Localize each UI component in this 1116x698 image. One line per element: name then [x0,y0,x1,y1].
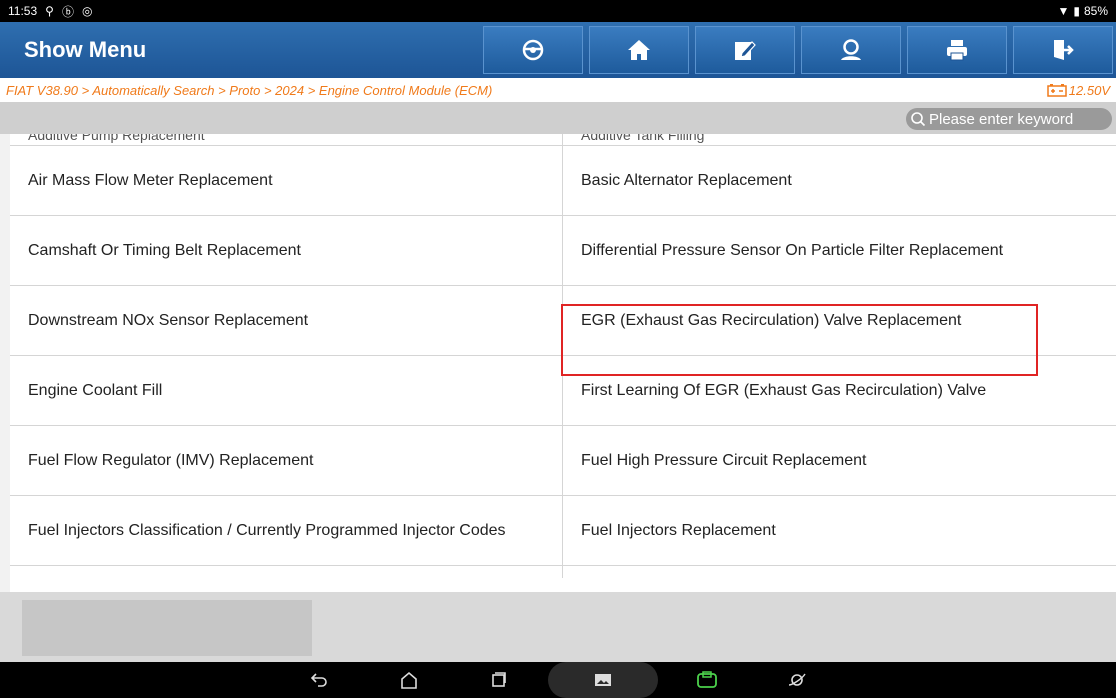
search-placeholder: Please enter keyword [929,110,1074,128]
exit-button[interactable] [1013,26,1113,74]
list-row: Downstream NOx Sensor Replacement EGR (E… [10,286,1116,356]
menu-item[interactable] [563,566,1116,578]
menu-item[interactable]: Additive Pump Replacement [10,134,563,145]
android-nav-bar [0,662,1116,698]
print-icon [947,40,967,61]
function-menu-list: Additive Pump Replacement Additive Tank … [10,134,1116,592]
user-support-icon [841,39,861,60]
voltage-indicator: 12.50V [1047,83,1110,98]
back-button[interactable] [274,662,364,698]
steering-wheel-icon [522,39,544,61]
usb-icon: ⚲ [45,4,54,18]
menu-item[interactable]: Camshaft Or Timing Belt Replacement [10,216,563,285]
footer-bar [0,592,1116,662]
search-icon [911,112,926,127]
clock: 11:53 [8,4,38,18]
menu-item[interactable]: Basic Alternator Replacement [563,146,1116,215]
menu-item-egr-valve-replacement[interactable]: EGR (Exhaust Gas Recirculation) Valve Re… [563,286,1116,355]
menu-item[interactable]: Fuel Injectors Classification / Currentl… [10,496,563,565]
bluetooth-icon: ⓑ [61,4,74,19]
list-row: Engine Coolant Fill First Learning Of EG… [10,356,1116,426]
gallery-button[interactable] [548,662,658,698]
list-row [10,566,1116,578]
list-row: Air Mass Flow Meter Replacement Basic Al… [10,146,1116,216]
breadcrumb: FIAT V38.90 > Automatically Search > Pro… [0,78,1116,102]
vci-icon [697,671,717,688]
browser-button[interactable] [752,662,842,698]
chat-icon: ◎ [81,4,93,18]
menu-item[interactable]: Air Mass Flow Meter Replacement [10,146,563,215]
recents-button[interactable] [454,662,544,698]
edit-icon [735,41,756,60]
status-bar: 11:53 ⚲ ⓑ ◎ ▼ ▮ 85% [0,0,1116,22]
wifi-icon: ▼ [1057,4,1070,18]
list-row: Camshaft Or Timing Belt Replacement Diff… [10,216,1116,286]
voltage-value: 12.50V [1068,82,1110,98]
menu-item[interactable]: Differential Pressure Sensor On Particle… [563,216,1116,285]
home-outline-icon [401,671,417,689]
breadcrumb-path: FIAT V38.90 > Automatically Search > Pro… [6,82,493,98]
list-row: Fuel Flow Regulator (IMV) Replacement Fu… [10,426,1116,496]
menu-item[interactable]: Additive Tank Filling [563,134,1116,145]
steering-wheel-button[interactable] [483,26,583,74]
app-header: Show Menu [0,22,1116,78]
menu-item[interactable]: Engine Coolant Fill [10,356,563,425]
support-button[interactable] [801,26,901,74]
exit-icon [1054,40,1074,60]
recents-icon [492,672,506,687]
menu-item[interactable] [10,566,563,578]
list-row: Fuel Injectors Classification / Currentl… [10,496,1116,566]
image-icon [595,674,611,686]
page-title: Show Menu [24,37,147,62]
menu-item[interactable]: Fuel Injectors Replacement [563,496,1116,565]
planet-icon [788,673,806,686]
back-icon [310,673,327,687]
home-nav-button[interactable] [364,662,454,698]
vci-button[interactable] [662,662,752,698]
menu-item[interactable]: First Learning Of EGR (Exhaust Gas Recir… [563,356,1116,425]
search-input[interactable]: Please enter keyword [906,108,1112,130]
print-button[interactable] [907,26,1007,74]
list-row: Additive Pump Replacement Additive Tank … [10,134,1116,146]
home-button[interactable] [589,26,689,74]
home-icon [628,40,650,60]
battery-voltage-icon [1047,84,1067,97]
battery-level: 85% [1083,4,1108,18]
edit-button[interactable] [695,26,795,74]
menu-item[interactable]: Downstream NOx Sensor Replacement [10,286,563,355]
menu-item[interactable]: Fuel Flow Regulator (IMV) Replacement [10,426,563,495]
menu-item[interactable]: Fuel High Pressure Circuit Replacement [563,426,1116,495]
footer-placeholder [22,600,312,656]
battery-icon: ▮ [1073,4,1080,18]
